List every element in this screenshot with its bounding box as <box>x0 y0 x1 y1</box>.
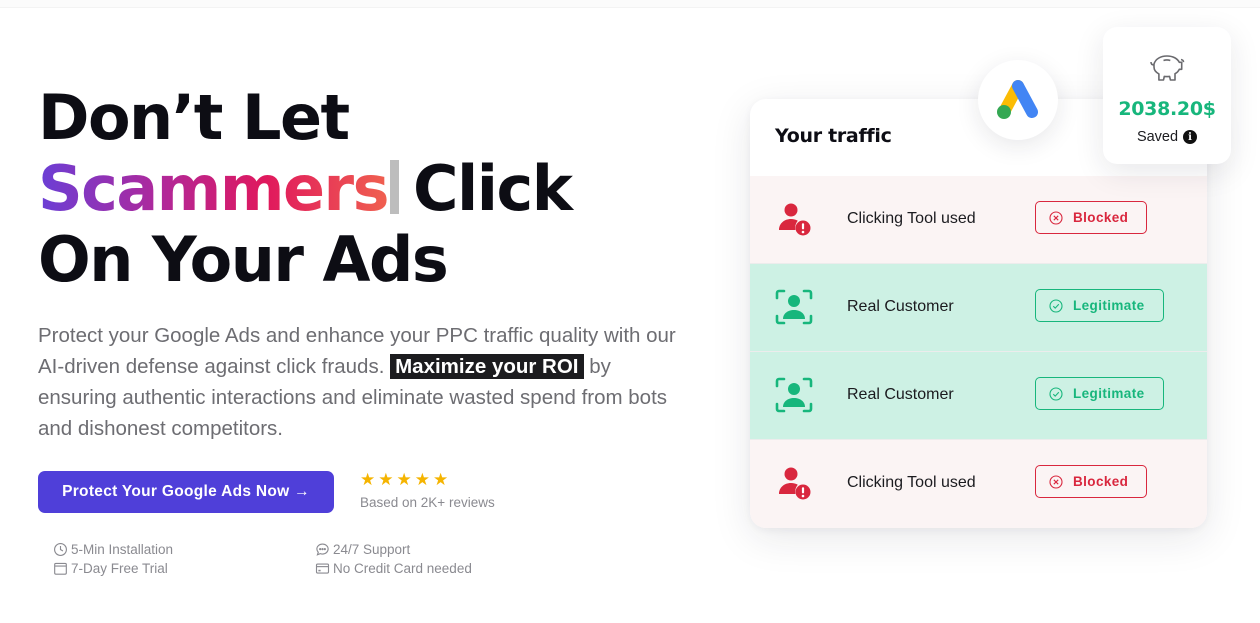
status-badge-blocked: Blocked <box>1035 201 1148 234</box>
user-scan-icon <box>775 377 813 413</box>
status-badge-legitimate: Legitimate <box>1035 289 1164 322</box>
star-icon: ★ <box>414 470 430 489</box>
star-rating: ★ ★ ★ ★ ★ <box>360 471 495 489</box>
status-text: Blocked <box>1073 210 1129 225</box>
status-text: Legitimate <box>1073 298 1145 313</box>
check-circle-icon <box>1049 386 1063 401</box>
title-line-1: Don’t Let <box>38 81 350 154</box>
user-alert-icon <box>779 203 811 236</box>
features-list: 5-Min Installation 24/7 Support 7-Day Fr… <box>53 542 513 576</box>
feature-label: 7-Day Free Trial <box>71 561 168 576</box>
hero-title: Don’t Let Scammers Click On Your Ads <box>38 82 678 295</box>
traffic-row: Clicking Tool used Blocked <box>750 176 1207 264</box>
feature-installation: 5-Min Installation <box>53 542 315 557</box>
x-circle-icon <box>1049 210 1063 225</box>
traffic-row: Real Customer Legitimate <box>750 352 1207 440</box>
traffic-card-title: Your traffic <box>775 125 892 147</box>
protect-google-ads-button[interactable]: Protect Your Google Ads Now → <box>38 471 334 513</box>
star-icon: ★ <box>433 470 449 489</box>
google-ads-logo <box>978 60 1058 140</box>
traffic-row-label: Real Customer <box>847 386 954 403</box>
clock-icon <box>54 543 67 556</box>
description-highlight: Maximize your ROI <box>390 354 584 379</box>
traffic-row-label: Clicking Tool used <box>847 474 976 491</box>
x-circle-icon <box>1049 474 1063 489</box>
status-text: Legitimate <box>1073 386 1145 401</box>
reviews-text: Based on 2K+ reviews <box>360 495 495 510</box>
feature-label: No Credit Card needed <box>333 561 472 576</box>
star-icon: ★ <box>360 470 376 489</box>
saved-label: Saved <box>1136 129 1179 145</box>
status-text: Blocked <box>1073 474 1129 489</box>
feature-no-credit-card: No Credit Card needed <box>315 561 515 576</box>
chat-bubble-icon <box>316 543 329 556</box>
saved-label-row: Saved i <box>1103 129 1231 145</box>
user-alert-icon <box>779 467 811 500</box>
top-strip <box>0 0 1260 8</box>
feature-free-trial: 7-Day Free Trial <box>53 561 315 576</box>
piggy-bank-icon <box>1150 55 1185 81</box>
title-highlight-word: Scammers <box>38 152 389 225</box>
feature-label: 24/7 Support <box>333 542 411 557</box>
feature-support: 24/7 Support <box>315 542 515 557</box>
hero-description: Protect your Google Ads and enhance your… <box>38 320 688 444</box>
traffic-row: Real Customer Legitimate <box>750 264 1207 352</box>
saved-amount: 2038.20$ <box>1118 98 1216 120</box>
rating: ★ ★ ★ ★ ★ Based on 2K+ reviews <box>360 471 495 511</box>
traffic-row-label: Clicking Tool used <box>847 210 976 227</box>
user-scan-icon <box>775 289 813 325</box>
check-circle-icon <box>1049 298 1063 313</box>
typing-cursor <box>389 160 399 214</box>
traffic-row-label: Real Customer <box>847 298 954 315</box>
calendar-icon <box>54 562 67 575</box>
status-badge-legitimate: Legitimate <box>1035 377 1164 410</box>
status-badge-blocked: Blocked <box>1035 465 1148 498</box>
traffic-list: Clicking Tool used Blocked Real Customer… <box>750 176 1207 528</box>
info-icon[interactable]: i <box>1183 130 1198 144</box>
google-ads-icon <box>997 80 1038 119</box>
traffic-row: Clicking Tool used Blocked <box>750 440 1207 528</box>
feature-label: 5-Min Installation <box>71 542 174 557</box>
title-line-2: Scammers Click <box>38 153 678 224</box>
star-icon: ★ <box>378 470 394 489</box>
title-after-highlight: Click <box>412 152 573 225</box>
title-line-3: On Your Ads <box>38 223 449 296</box>
credit-card-icon <box>315 563 330 574</box>
star-icon: ★ <box>396 470 412 489</box>
saved-card: 2038.20$ Saved i <box>1103 27 1231 164</box>
